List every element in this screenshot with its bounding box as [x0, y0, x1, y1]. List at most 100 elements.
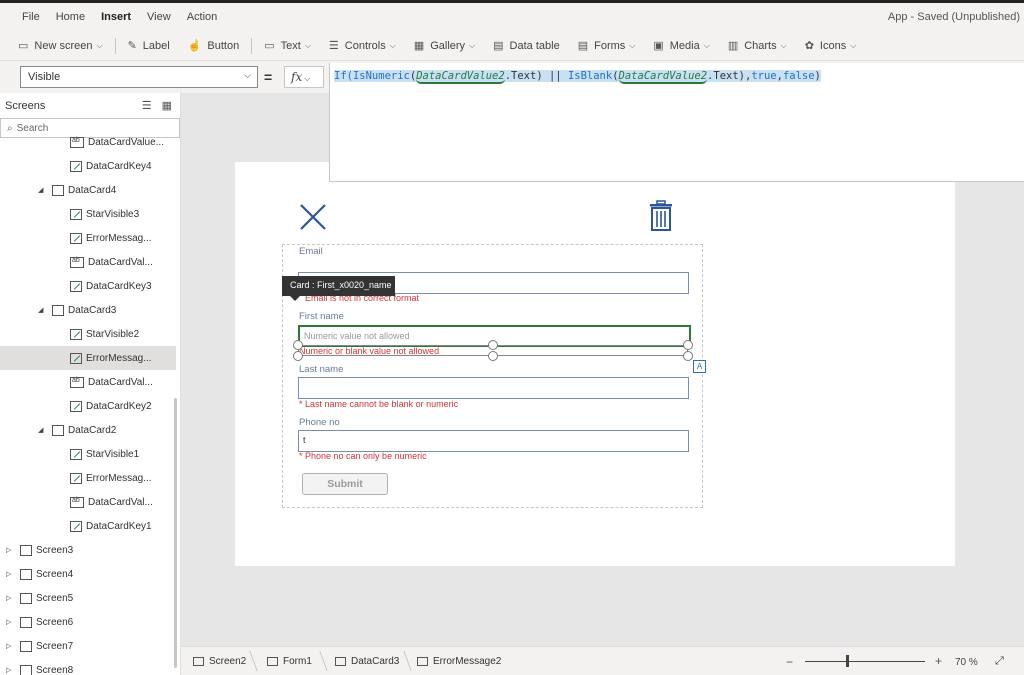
tree-item[interactable]: DataCardKey3 [0, 274, 176, 298]
toolbar-divider [251, 37, 253, 54]
edit-label-icon [70, 160, 82, 172]
trash-icon[interactable] [649, 200, 673, 232]
tree-item[interactable]: ▷ Screen7 [0, 634, 176, 658]
phone-field[interactable]: t [298, 430, 689, 452]
expand-icon[interactable]: ▷ [6, 546, 14, 554]
collapse-icon[interactable]: ◢ [38, 306, 46, 314]
resize-handle-bottom[interactable] [488, 351, 498, 361]
zoom-out-button[interactable]: − [786, 655, 793, 669]
tree-item[interactable]: DataCardVal... [0, 490, 176, 514]
data-table-button[interactable]: ▤ Data table [487, 35, 566, 57]
charts-dropdown[interactable]: ▥ Charts ⌵ [722, 35, 793, 57]
equals-sign: = [264, 69, 273, 85]
new-screen-button[interactable]: ▭ New screen ⌵ [12, 35, 109, 57]
expand-icon[interactable]: ▷ [6, 594, 14, 602]
forms-dropdown[interactable]: ▤ Forms ⌵ [572, 35, 642, 57]
breadcrumb-errormessage[interactable]: ErrorMessage2 [417, 656, 501, 667]
tree-item[interactable]: ◢ DataCard4 [0, 178, 176, 202]
list-view-icon[interactable]: ☰ [142, 100, 152, 112]
edit-label-icon [70, 280, 82, 292]
media-dropdown[interactable]: ▣ Media ⌵ [647, 35, 715, 57]
fullscreen-icon[interactable]: ⤢ [995, 655, 1004, 668]
tree-item[interactable]: DataCardValue... [0, 130, 176, 154]
close-icon[interactable] [298, 202, 328, 232]
tree-item[interactable]: ErrorMessag... [0, 466, 176, 490]
formula-text[interactable]: If(IsNumeric(DataCardValue2.Text) || IsB… [334, 70, 821, 84]
tree-item[interactable]: ▷ Screen3 [0, 538, 176, 562]
button-button[interactable]: ☝ Button [182, 35, 246, 57]
submit-button[interactable]: Submit [302, 473, 388, 495]
formula-token: true [751, 70, 777, 82]
zoom-in-button[interactable]: + [935, 654, 942, 668]
forms-dropdown-label: Forms [594, 39, 626, 52]
tree-item[interactable]: ▷ Screen6 [0, 610, 176, 634]
resize-handle-top[interactable] [488, 340, 498, 350]
chevron-down-icon: ⌵ [703, 40, 710, 50]
last-name-field[interactable] [298, 377, 689, 399]
collapse-icon[interactable]: ◢ [38, 426, 46, 434]
breadcrumb-datacard[interactable]: DataCard3 [335, 656, 399, 667]
expand-icon[interactable]: ▷ [6, 642, 14, 650]
tree-item[interactable]: ▷ Screen5 [0, 586, 176, 610]
tree-item[interactable]: StarVisible2 [0, 322, 176, 346]
text-input-icon [70, 256, 84, 268]
formula-token: .Text) || [504, 70, 568, 82]
breadcrumb-form[interactable]: Form1 [267, 656, 312, 667]
formula-editor[interactable]: If(IsNumeric(DataCardValue2.Text) || IsB… [329, 63, 1024, 182]
resize-handle-top-right[interactable] [683, 340, 693, 350]
tree-item-label: DataCard4 [68, 184, 117, 196]
resize-handle-bottom-right[interactable] [683, 351, 693, 361]
text-input-icon [70, 376, 84, 388]
tree-item[interactable]: DataCardVal... [0, 370, 176, 394]
chevron-down-icon: ⌵ [629, 40, 636, 50]
resize-handle-bottom-left[interactable] [293, 351, 303, 361]
autowidth-badge[interactable]: A [693, 360, 706, 373]
tree-item[interactable]: ErrorMessag... [0, 226, 176, 250]
menu-insert[interactable]: Insert [101, 11, 131, 23]
tree-item[interactable]: DataCardVal... [0, 250, 176, 274]
function-button[interactable]: fx ⌵ [284, 66, 324, 88]
gallery-dropdown[interactable]: ▦ Gallery ⌵ [408, 35, 481, 57]
card-icon [52, 184, 64, 196]
collapse-icon[interactable]: ◢ [38, 186, 46, 194]
label-button-label: Label [142, 39, 170, 52]
icons-dropdown-label: Icons [819, 39, 847, 52]
formula-token: .Text), [707, 70, 752, 82]
text-dropdown[interactable]: ▭ Text ⌵ [258, 35, 317, 57]
breadcrumb-separator [312, 651, 328, 671]
sidebar-scrollbar[interactable] [174, 398, 177, 668]
label-button[interactable]: ✎ Label [122, 35, 176, 57]
formula-function: IsBlank [567, 70, 613, 82]
breadcrumb-screen[interactable]: Screen2 [193, 656, 246, 667]
menu-file[interactable]: File [22, 11, 40, 23]
resize-handle-top-left[interactable] [293, 340, 303, 350]
screen-icon [20, 616, 32, 628]
tree-item[interactable]: ◢ DataCard3 [0, 298, 176, 322]
tree-item-label: DataCardVal... [88, 496, 153, 508]
zoom-slider[interactable] [805, 661, 925, 662]
tree-item[interactable]: DataCardKey1 [0, 514, 176, 538]
controls-dropdown[interactable]: ☰ Controls ⌵ [323, 35, 402, 57]
grid-view-icon[interactable]: ▦ [162, 100, 172, 112]
menu-home[interactable]: Home [56, 11, 85, 23]
screens-panel: Screens ☰▦ ⌕Search DataCardValue...DataC… [0, 93, 181, 675]
tree-item[interactable]: StarVisible3 [0, 202, 176, 226]
expand-icon[interactable]: ▷ [6, 618, 14, 626]
tree-item[interactable]: ▷ Screen4 [0, 562, 176, 586]
property-select[interactable]: Visible ⌵ [20, 66, 258, 88]
tree-item[interactable]: DataCardKey2 [0, 394, 176, 418]
formula-control-ref: DataCardValue2 [416, 70, 505, 84]
tree-item[interactable]: StarVisible1 [0, 442, 176, 466]
menu-view[interactable]: View [147, 11, 171, 23]
zoom-slider-thumb[interactable] [846, 655, 849, 667]
expand-icon[interactable]: ▷ [6, 666, 14, 674]
tree-item[interactable]: ErrorMessag... [0, 346, 176, 370]
first-name-label: First name [299, 311, 344, 322]
tree-item[interactable]: DataCardKey4 [0, 154, 176, 178]
tree-item-label: Screen4 [36, 568, 74, 580]
icons-dropdown[interactable]: ✿ Icons ⌵ [799, 35, 863, 57]
tree-item[interactable]: ▷ Screen8 [0, 658, 176, 675]
expand-icon[interactable]: ▷ [6, 570, 14, 578]
tree-item[interactable]: ◢ DataCard2 [0, 418, 176, 442]
menu-action[interactable]: Action [187, 11, 218, 23]
